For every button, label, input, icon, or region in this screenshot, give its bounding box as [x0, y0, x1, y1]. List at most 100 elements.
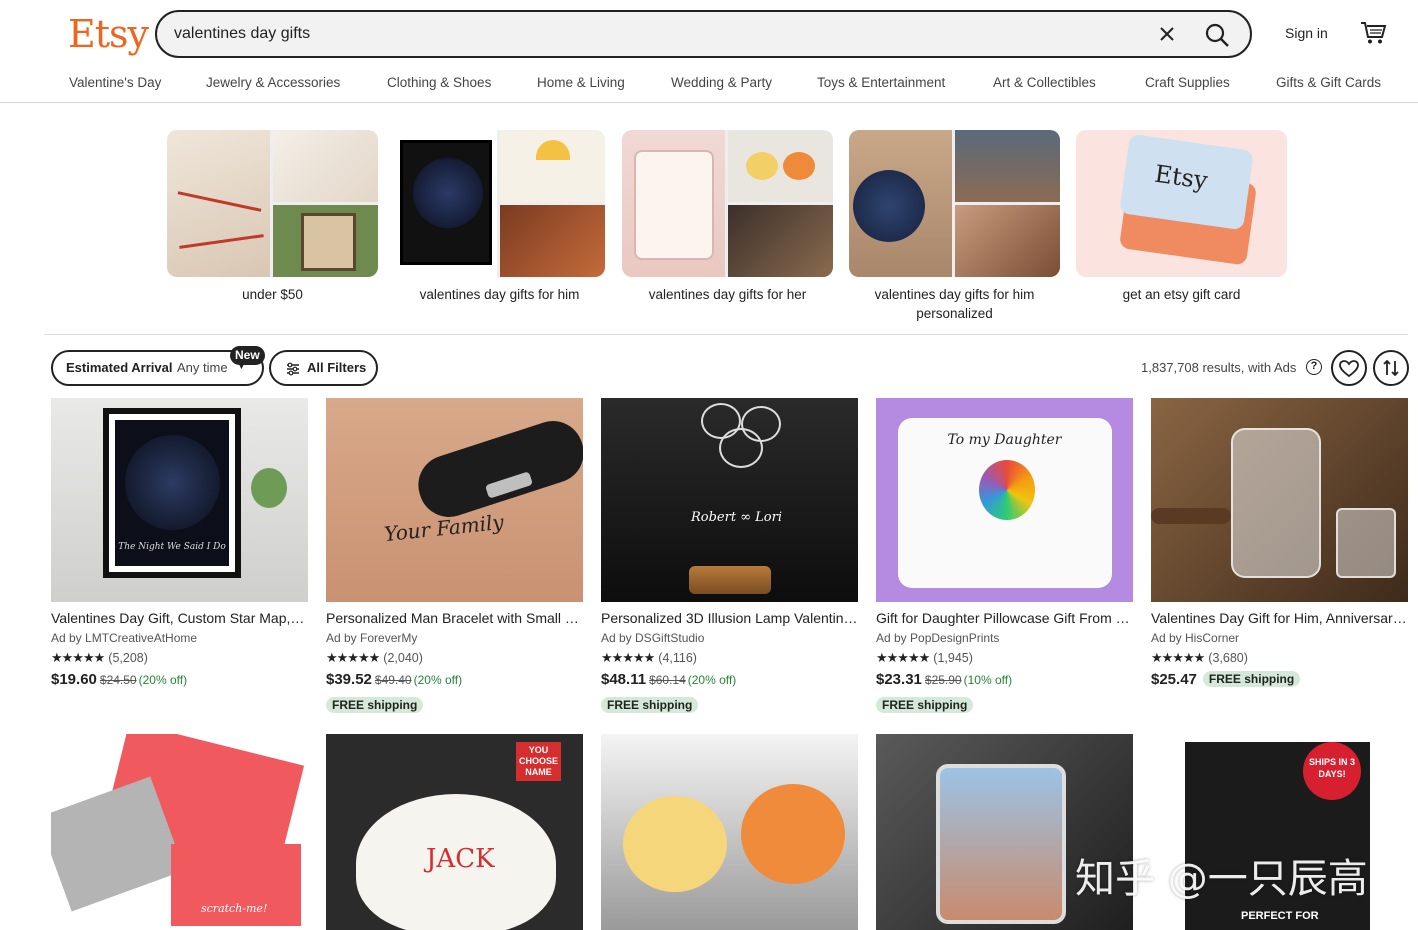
product-image[interactable]: [1151, 398, 1408, 602]
taco-card-image: [500, 130, 605, 202]
sliders-icon: [287, 362, 299, 376]
product-rating: ★★★★★ (5,208): [51, 650, 308, 665]
suggestion-collage: [849, 130, 1060, 277]
category-valentines-day[interactable]: Valentine's Day: [69, 75, 161, 90]
product-card[interactable]: Valentines Day Gift for Him, Anniversary…: [1151, 398, 1408, 691]
product-image[interactable]: To my Daughter: [876, 398, 1133, 602]
suggestion-gift-card[interactable]: Etsy get an etsy gift card: [1076, 130, 1287, 304]
suggestion-label: valentines day gifts for him: [419, 287, 580, 302]
sort-button[interactable]: [1373, 350, 1409, 386]
product-card[interactable]: [601, 734, 858, 930]
category-wedding[interactable]: Wedding & Party: [671, 75, 772, 90]
save-search-button[interactable]: [1331, 350, 1367, 386]
price-row: $25.47 FREE shipping: [1151, 671, 1408, 691]
review-count: (2,040): [383, 651, 423, 665]
product-shop: Ad by PopDesignPrints: [876, 631, 1000, 645]
knife-image: [500, 205, 605, 277]
product-image[interactable]: scratch-me!: [51, 734, 308, 930]
filter-label: Estimated Arrival: [66, 360, 173, 375]
all-filters-label: All Filters: [307, 360, 367, 375]
product-card[interactable]: Robert ∞ Lori Personalized 3D Illusion L…: [601, 398, 858, 714]
star-map-wood-image: [849, 130, 952, 277]
product-badge: SHIPS IN 3 DAYS!: [1303, 742, 1361, 800]
vitamin-jar-image: [622, 130, 725, 277]
bracelet-card-image: [167, 130, 270, 277]
search-bar[interactable]: valentines day gifts: [155, 10, 1252, 58]
review-count: (3,680): [1208, 651, 1248, 665]
product-card[interactable]: The Night We Said I Do Valentines Day Gi…: [51, 398, 308, 691]
product-title[interactable]: Personalized Man Bracelet with Small Bea…: [326, 610, 583, 626]
suggestion-collage: [394, 130, 605, 277]
discount: (20% off): [413, 673, 463, 687]
product-image-caption: The Night We Said I Do: [118, 542, 226, 552]
cart-icon[interactable]: [1359, 18, 1387, 46]
close-icon[interactable]: [1154, 21, 1180, 47]
suggestion-label: get an etsy gift card: [1122, 287, 1241, 302]
price-row: $23.31 $25.90 (10% off): [876, 671, 1133, 691]
free-shipping-badge: FREE shipping: [326, 697, 424, 713]
category-craft[interactable]: Craft Supplies: [1145, 75, 1230, 90]
price-row: $48.11 $60.14 (20% off): [601, 671, 858, 691]
price-row: $19.60 $24.50 (20% off): [51, 671, 308, 691]
category-clothing[interactable]: Clothing & Shoes: [387, 75, 491, 90]
card-image: [273, 130, 378, 202]
help-icon[interactable]: ?: [1306, 359, 1322, 375]
category-art[interactable]: Art & Collectibles: [993, 75, 1096, 90]
product-image[interactable]: The Night We Said I Do: [51, 398, 308, 602]
heart-icon: [1339, 360, 1359, 378]
discount: (20% off): [687, 673, 737, 687]
suggestion-him-personalized[interactable]: valentines day gifts for him personalize…: [849, 130, 1060, 323]
search-input[interactable]: valentines day gifts: [174, 25, 310, 43]
category-gifts[interactable]: Gifts & Gift Cards: [1276, 75, 1381, 90]
product-badge: YOU CHOOSE NAME: [516, 742, 561, 781]
category-toys[interactable]: Toys & Entertainment: [817, 75, 945, 90]
suggestion-gifts-for-her[interactable]: valentines day gifts for her: [622, 130, 833, 304]
product-card[interactable]: JACK YOU CHOOSE NAME: [326, 734, 583, 930]
product-title[interactable]: Gift for Daughter Pillowcase Gift From M…: [876, 610, 1133, 626]
product-rating: ★★★★★ (1,945): [876, 650, 1133, 665]
discount: (10% off): [963, 673, 1013, 687]
category-home[interactable]: Home & Living: [537, 75, 625, 90]
category-jewelry[interactable]: Jewelry & Accessories: [206, 75, 340, 90]
sign-in-link[interactable]: Sign in: [1285, 25, 1328, 41]
original-price: $24.50: [99, 673, 137, 687]
product-price: $39.52: [326, 671, 372, 688]
suggestion-under-50[interactable]: under $50: [167, 130, 378, 304]
original-price: $60.14: [649, 673, 686, 687]
octopus-image: [728, 130, 833, 202]
product-title[interactable]: Valentines Day Gift, Custom Star Map, St…: [51, 610, 308, 626]
product-image[interactable]: JACK YOU CHOOSE NAME: [326, 734, 583, 930]
suggestion-gifts-for-him[interactable]: valentines day gifts for him: [394, 130, 605, 304]
suggestion-label: under $50: [242, 287, 303, 302]
product-image[interactable]: Robert ∞ Lori: [601, 398, 858, 602]
product-price: $19.60: [51, 671, 97, 688]
original-price: $25.90: [924, 673, 962, 687]
etsy-logo[interactable]: Etsy: [68, 12, 149, 56]
frame-image: [273, 205, 378, 277]
divider: [44, 334, 1408, 335]
review-count: (5,208): [108, 651, 148, 665]
product-card[interactable]: Your Family Personalized Man Bracelet wi…: [326, 398, 583, 714]
search-icon[interactable]: [1202, 20, 1232, 50]
product-image[interactable]: [601, 734, 858, 930]
product-shop: Ad by DSGiftStudio: [601, 631, 705, 645]
gift-card-image: Etsy: [1076, 130, 1287, 277]
gift-card-logo: Etsy: [1152, 159, 1210, 195]
product-card[interactable]: scratch-me!: [51, 734, 308, 930]
rose-lamp-image: [728, 205, 833, 277]
product-card[interactable]: To my Daughter Gift for Daughter Pillowc…: [876, 398, 1133, 714]
product-shop: Ad by ForeverMy: [326, 631, 418, 645]
suggestion-collage: [622, 130, 833, 277]
product-title[interactable]: Valentines Day Gift for Him, Anniversary…: [1151, 610, 1408, 626]
product-title[interactable]: Personalized 3D Illusion Lamp Valentines…: [601, 610, 858, 626]
star-rating-icon: ★★★★★: [876, 650, 930, 665]
filter-value: Any time: [177, 360, 228, 375]
docking-station-image: [955, 205, 1060, 277]
product-image[interactable]: Your Family: [326, 398, 583, 602]
suggestion-label: valentines day gifts for him personalize…: [874, 287, 1035, 321]
free-shipping-badge: FREE shipping: [601, 697, 699, 713]
price-row: $39.52 $49.40 (20% off): [326, 671, 583, 691]
all-filters-button[interactable]: All Filters: [269, 350, 378, 386]
new-badge: New: [230, 346, 265, 365]
suggestion-label: valentines day gifts for her: [648, 287, 807, 302]
